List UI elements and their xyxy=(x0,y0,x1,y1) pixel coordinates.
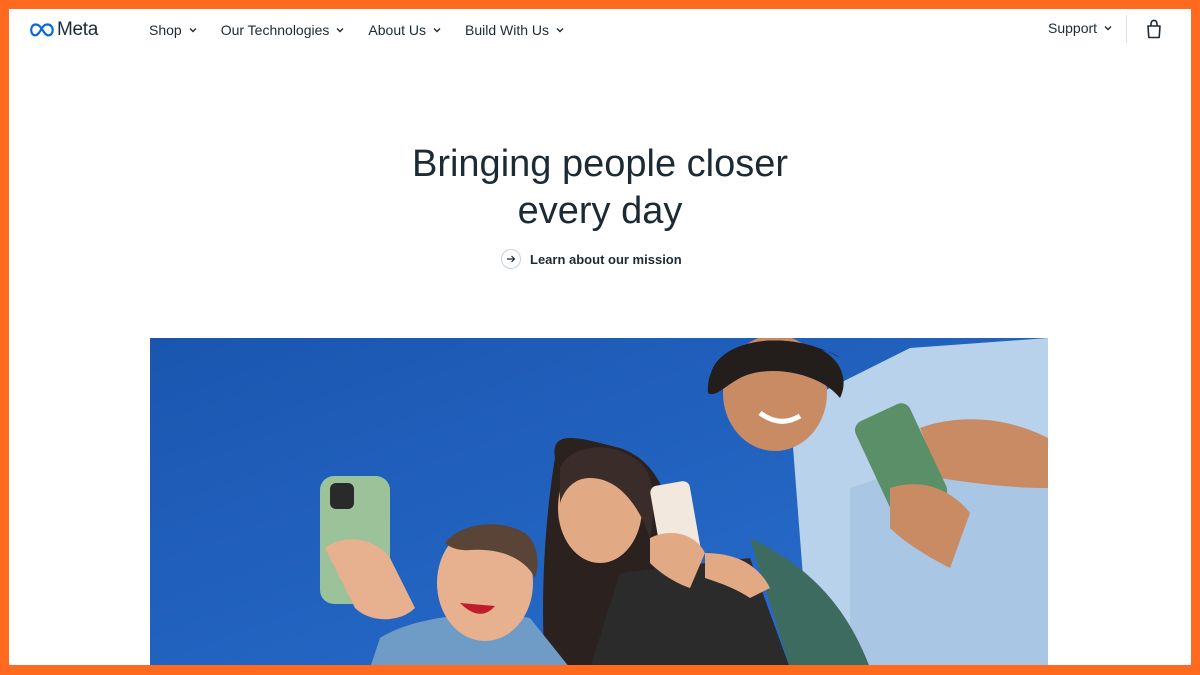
nav-item-label: Shop xyxy=(149,22,182,38)
hero-title-line-2: every day xyxy=(517,190,683,232)
nav-item-label: Our Technologies xyxy=(220,22,330,38)
meta-infinity-logo-icon xyxy=(30,23,54,37)
hero-title-line-1: Bringing people closer xyxy=(411,143,788,185)
hero-photo xyxy=(150,338,1048,665)
chevron-down-icon xyxy=(189,28,197,33)
arrow-right-icon xyxy=(507,255,516,263)
nav-divider xyxy=(1126,15,1127,43)
arrow-circle xyxy=(501,249,521,269)
page-frame: Meta Shop Our Technologies About Us Buil… xyxy=(9,9,1191,665)
nav-item-shop[interactable]: Shop xyxy=(149,20,208,40)
learn-mission-label: Learn about our mission xyxy=(530,251,682,267)
chevron-down-icon xyxy=(336,28,344,33)
nav-links: Shop Our Technologies About Us Build Wit… xyxy=(149,20,588,40)
support-menu[interactable]: Support xyxy=(1048,20,1113,36)
shopping-bag-icon[interactable] xyxy=(1145,19,1163,39)
people-with-phones-illustration xyxy=(150,338,1048,665)
chevron-down-icon xyxy=(1104,26,1112,31)
hero-title: Bringing people closer every day xyxy=(9,141,1191,235)
support-label: Support xyxy=(1048,20,1098,36)
top-navigation: Meta Shop Our Technologies About Us Buil… xyxy=(9,9,1191,51)
nav-item-label: About Us xyxy=(368,22,426,38)
nav-item-about-us[interactable]: About Us xyxy=(368,20,452,40)
learn-mission-link[interactable]: Learn about our mission xyxy=(501,249,682,269)
nav-item-build-with-us[interactable]: Build With Us xyxy=(465,20,575,40)
meta-logo[interactable]: Meta xyxy=(30,19,98,41)
brand-name: Meta xyxy=(57,19,99,40)
nav-item-our-technologies[interactable]: Our Technologies xyxy=(221,20,356,40)
nav-item-label: Build With Us xyxy=(465,22,550,38)
chevron-down-icon xyxy=(433,28,441,33)
chevron-down-icon xyxy=(556,28,564,33)
